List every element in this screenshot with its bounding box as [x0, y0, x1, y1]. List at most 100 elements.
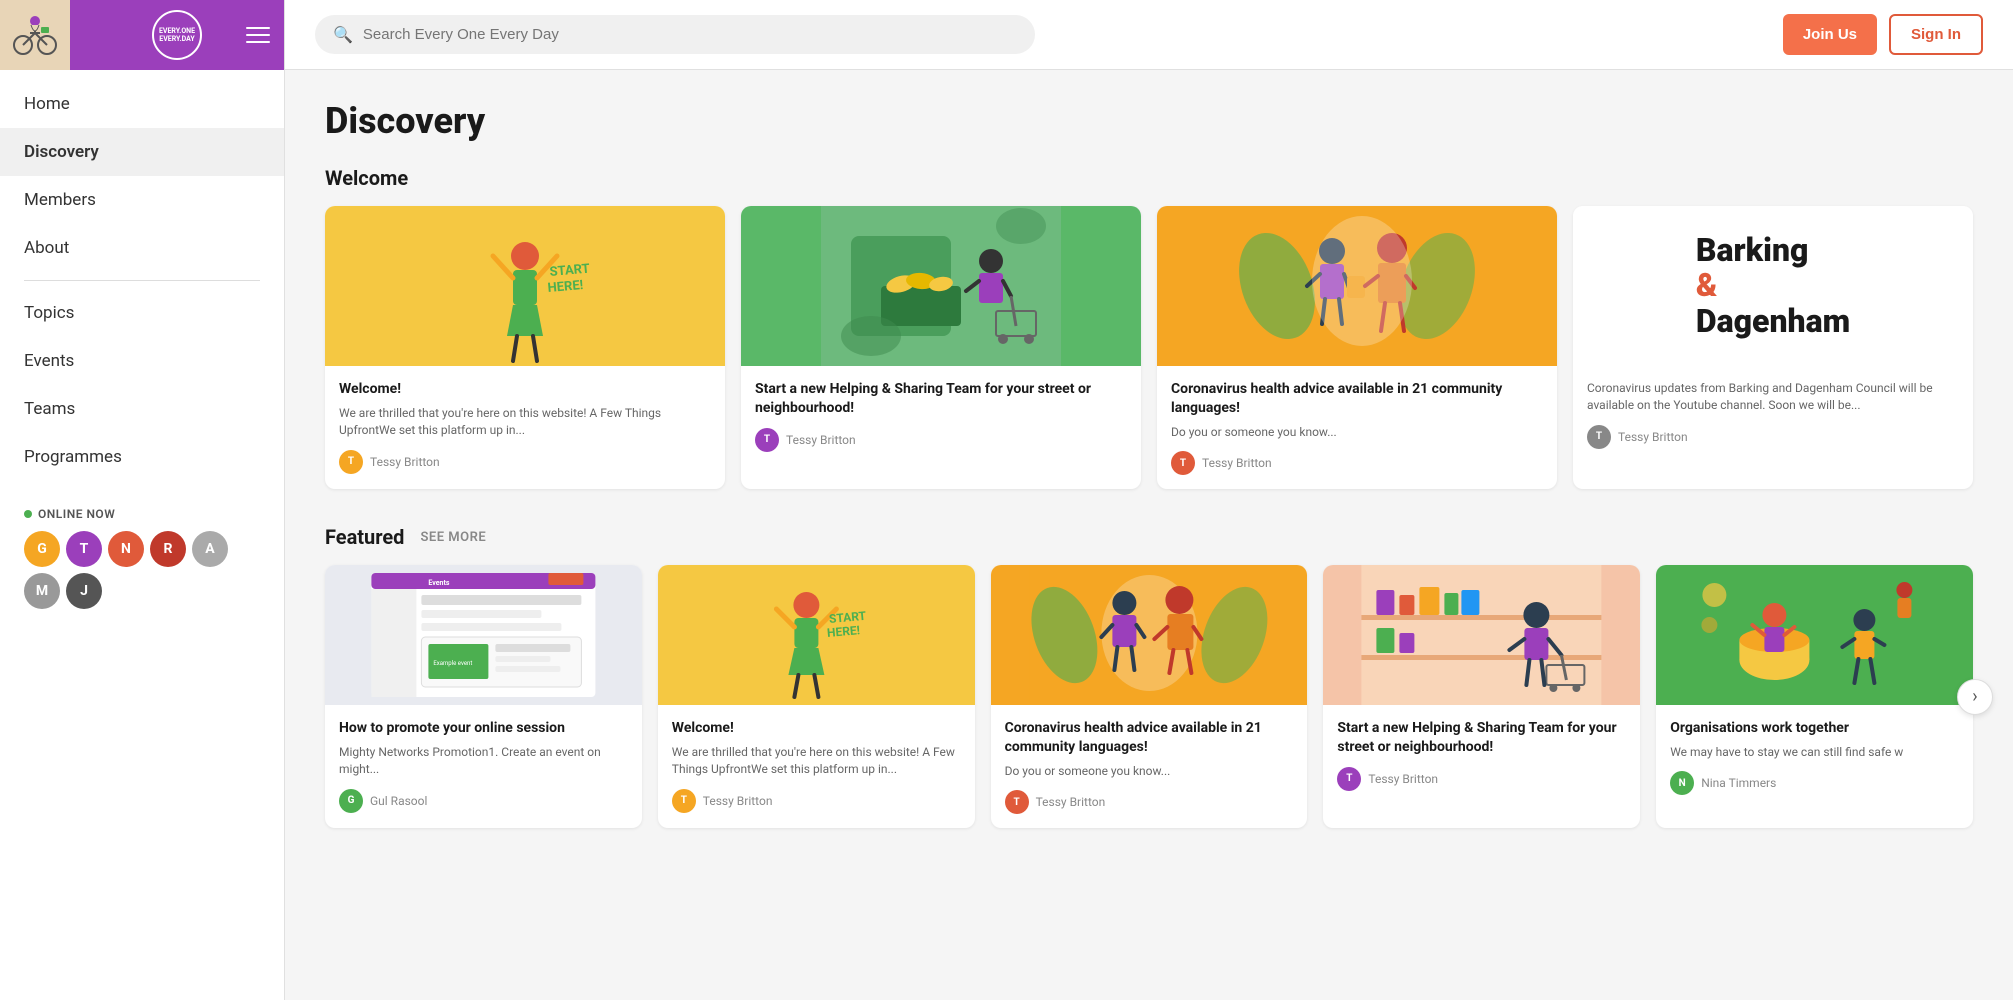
- sidebar-item-teams[interactable]: Teams: [0, 385, 284, 433]
- card-image-3: [1157, 206, 1557, 366]
- card-body-1: Welcome! We are thrilled that you're her…: [325, 366, 725, 488]
- author-name-1: Tessy Britton: [370, 455, 440, 469]
- sidebar-item-programmes[interactable]: Programmes: [0, 433, 284, 481]
- featured-section-title: Featured: [325, 525, 404, 549]
- featured-card-title-4: Start a new Helping & Sharing Team for y…: [1337, 719, 1626, 757]
- author-avatar-3: T: [1171, 451, 1195, 475]
- featured-card-1[interactable]: Events Example event How to promote your…: [325, 565, 642, 828]
- featured-card-3[interactable]: Coronavirus health advice available in 2…: [991, 565, 1308, 828]
- author-avatar-4: T: [1587, 425, 1611, 449]
- featured-card-image-5: [1656, 565, 1973, 705]
- card-body-3: Coronavirus health advice available in 2…: [1157, 366, 1557, 489]
- content-area: Discovery Welcome: [285, 70, 2013, 1000]
- featured-card-desc-1: Mighty Networks Promotion1. Create an ev…: [339, 744, 628, 779]
- welcome-card-1[interactable]: START HERE! Welcome! We are thrilled tha…: [325, 206, 725, 489]
- join-us-button[interactable]: Join Us: [1783, 14, 1877, 55]
- featured-card-body-2: Welcome! We are thrilled that you're her…: [658, 705, 975, 827]
- sidebar-item-discovery[interactable]: Discovery: [0, 128, 284, 176]
- svg-text:HERE!: HERE!: [826, 623, 860, 640]
- featured-card-image-3: [991, 565, 1308, 705]
- featured-card-author-5: N Nina Timmers: [1670, 771, 1959, 795]
- svg-text:Example event: Example event: [433, 660, 472, 667]
- online-label: ONLINE NOW: [24, 507, 260, 521]
- featured-author-avatar-4: T: [1337, 767, 1361, 791]
- card-title-3: Coronavirus health advice available in 2…: [1171, 380, 1543, 418]
- search-box: 🔍: [315, 15, 1035, 54]
- featured-author-avatar-2: T: [672, 789, 696, 813]
- featured-author-name-5: Nina Timmers: [1701, 776, 1776, 790]
- featured-card-author-4: T Tessy Britton: [1337, 767, 1626, 791]
- featured-card-desc-5: We may have to stay we can still find sa…: [1670, 744, 1959, 761]
- card-author-4: T Tessy Britton: [1587, 425, 1959, 449]
- featured-card-author-2: T Tessy Britton: [672, 789, 961, 813]
- sign-in-button[interactable]: Sign In: [1889, 14, 1983, 55]
- barking-title: Barking&Dagenham: [1696, 233, 1850, 339]
- svg-text:HERE!: HERE!: [547, 278, 584, 296]
- featured-card-4[interactable]: Start a new Helping & Sharing Team for y…: [1323, 565, 1640, 828]
- card-title-2: Start a new Helping & Sharing Team for y…: [755, 380, 1127, 418]
- brand-circle: EVERY.ONEEVERY.DAY: [152, 10, 202, 60]
- sidebar-item-topics[interactable]: Topics: [0, 289, 284, 337]
- welcome-cards-grid: START HERE! Welcome! We are thrilled tha…: [325, 206, 1973, 489]
- featured-card-author-3: T Tessy Britton: [1005, 790, 1294, 814]
- featured-card-title-1: How to promote your online session: [339, 719, 628, 738]
- search-icon: 🔍: [333, 25, 353, 44]
- featured-card-desc-2: We are thrilled that you're here on this…: [672, 744, 961, 779]
- scroll-right-arrow[interactable]: ›: [1957, 679, 1993, 715]
- author-name-4: Tessy Britton: [1618, 430, 1688, 444]
- avatar[interactable]: G: [24, 531, 60, 567]
- featured-author-avatar-3: T: [1005, 790, 1029, 814]
- featured-card-desc-3: Do you or someone you know...: [1005, 763, 1294, 780]
- welcome-card-4[interactable]: Barking&Dagenham Coronavirus updates fro…: [1573, 206, 1973, 489]
- featured-card-body-1: How to promote your online session Might…: [325, 705, 642, 827]
- avatar[interactable]: R: [150, 531, 186, 567]
- avatar[interactable]: J: [66, 573, 102, 609]
- search-input[interactable]: [363, 26, 1017, 43]
- welcome-card-3[interactable]: Coronavirus health advice available in 2…: [1157, 206, 1557, 489]
- svg-text:Events: Events: [428, 579, 449, 587]
- avatar[interactable]: A: [192, 531, 228, 567]
- card-body-2: Start a new Helping & Sharing Team for y…: [741, 366, 1141, 466]
- card-image-4: Barking&Dagenham: [1573, 206, 1973, 366]
- sidebar-header: EVERY.ONEEVERY.DAY: [0, 0, 284, 70]
- card-body-4: Coronavirus updates from Barking and Dag…: [1573, 366, 1973, 463]
- featured-card-2[interactable]: START HERE! Welcome! We are thrilled tha…: [658, 565, 975, 828]
- sidebar-item-events[interactable]: Events: [0, 337, 284, 385]
- sidebar-logo: [0, 0, 70, 70]
- card-image-1: START HERE!: [325, 206, 725, 366]
- topbar-actions: Join Us Sign In: [1783, 14, 1983, 55]
- see-more-link[interactable]: SEE MORE: [420, 530, 486, 545]
- featured-wrap: Events Example event How to promote your…: [325, 565, 1973, 828]
- avatar[interactable]: M: [24, 573, 60, 609]
- welcome-section-header: Welcome: [325, 166, 1973, 190]
- welcome-section-title: Welcome: [325, 166, 408, 190]
- welcome-card-2[interactable]: Start a new Helping & Sharing Team for y…: [741, 206, 1141, 489]
- avatars-list: G T N R A M J: [24, 531, 260, 609]
- featured-card-title-2: Welcome!: [672, 719, 961, 738]
- featured-author-name-2: Tessy Britton: [703, 794, 773, 808]
- featured-card-body-3: Coronavirus health advice available in 2…: [991, 705, 1308, 828]
- nav-divider: [24, 280, 260, 281]
- featured-card-image-4: [1323, 565, 1640, 705]
- featured-cards-grid: Events Example event How to promote your…: [325, 565, 1973, 828]
- author-avatar-1: T: [339, 450, 363, 474]
- avatar[interactable]: N: [108, 531, 144, 567]
- card-desc-4: Coronavirus updates from Barking and Dag…: [1587, 380, 1959, 415]
- sidebar-item-members[interactable]: Members: [0, 176, 284, 224]
- featured-author-avatar-5: N: [1670, 771, 1694, 795]
- card-desc-1: We are thrilled that you're here on this…: [339, 405, 711, 440]
- featured-card-5[interactable]: Organisations work together We may have …: [1656, 565, 1973, 828]
- featured-card-title-3: Coronavirus health advice available in 2…: [1005, 719, 1294, 757]
- featured-author-name-3: Tessy Britton: [1036, 795, 1106, 809]
- card-author-3: T Tessy Britton: [1171, 451, 1543, 475]
- online-section: ONLINE NOW G T N R A M J: [0, 491, 284, 625]
- featured-author-name-1: Gul Rasool: [370, 794, 427, 808]
- hamburger-icon[interactable]: [246, 27, 270, 43]
- sidebar-item-about[interactable]: About: [0, 224, 284, 272]
- search-wrap: 🔍: [315, 15, 1035, 54]
- sidebar-item-home[interactable]: Home: [0, 80, 284, 128]
- sidebar: EVERY.ONEEVERY.DAY Home Discovery Member…: [0, 0, 285, 1000]
- main-area: 🔍 Join Us Sign In Discovery Welcome: [285, 0, 2013, 1000]
- avatar[interactable]: T: [66, 531, 102, 567]
- card-author-2: T Tessy Britton: [755, 428, 1127, 452]
